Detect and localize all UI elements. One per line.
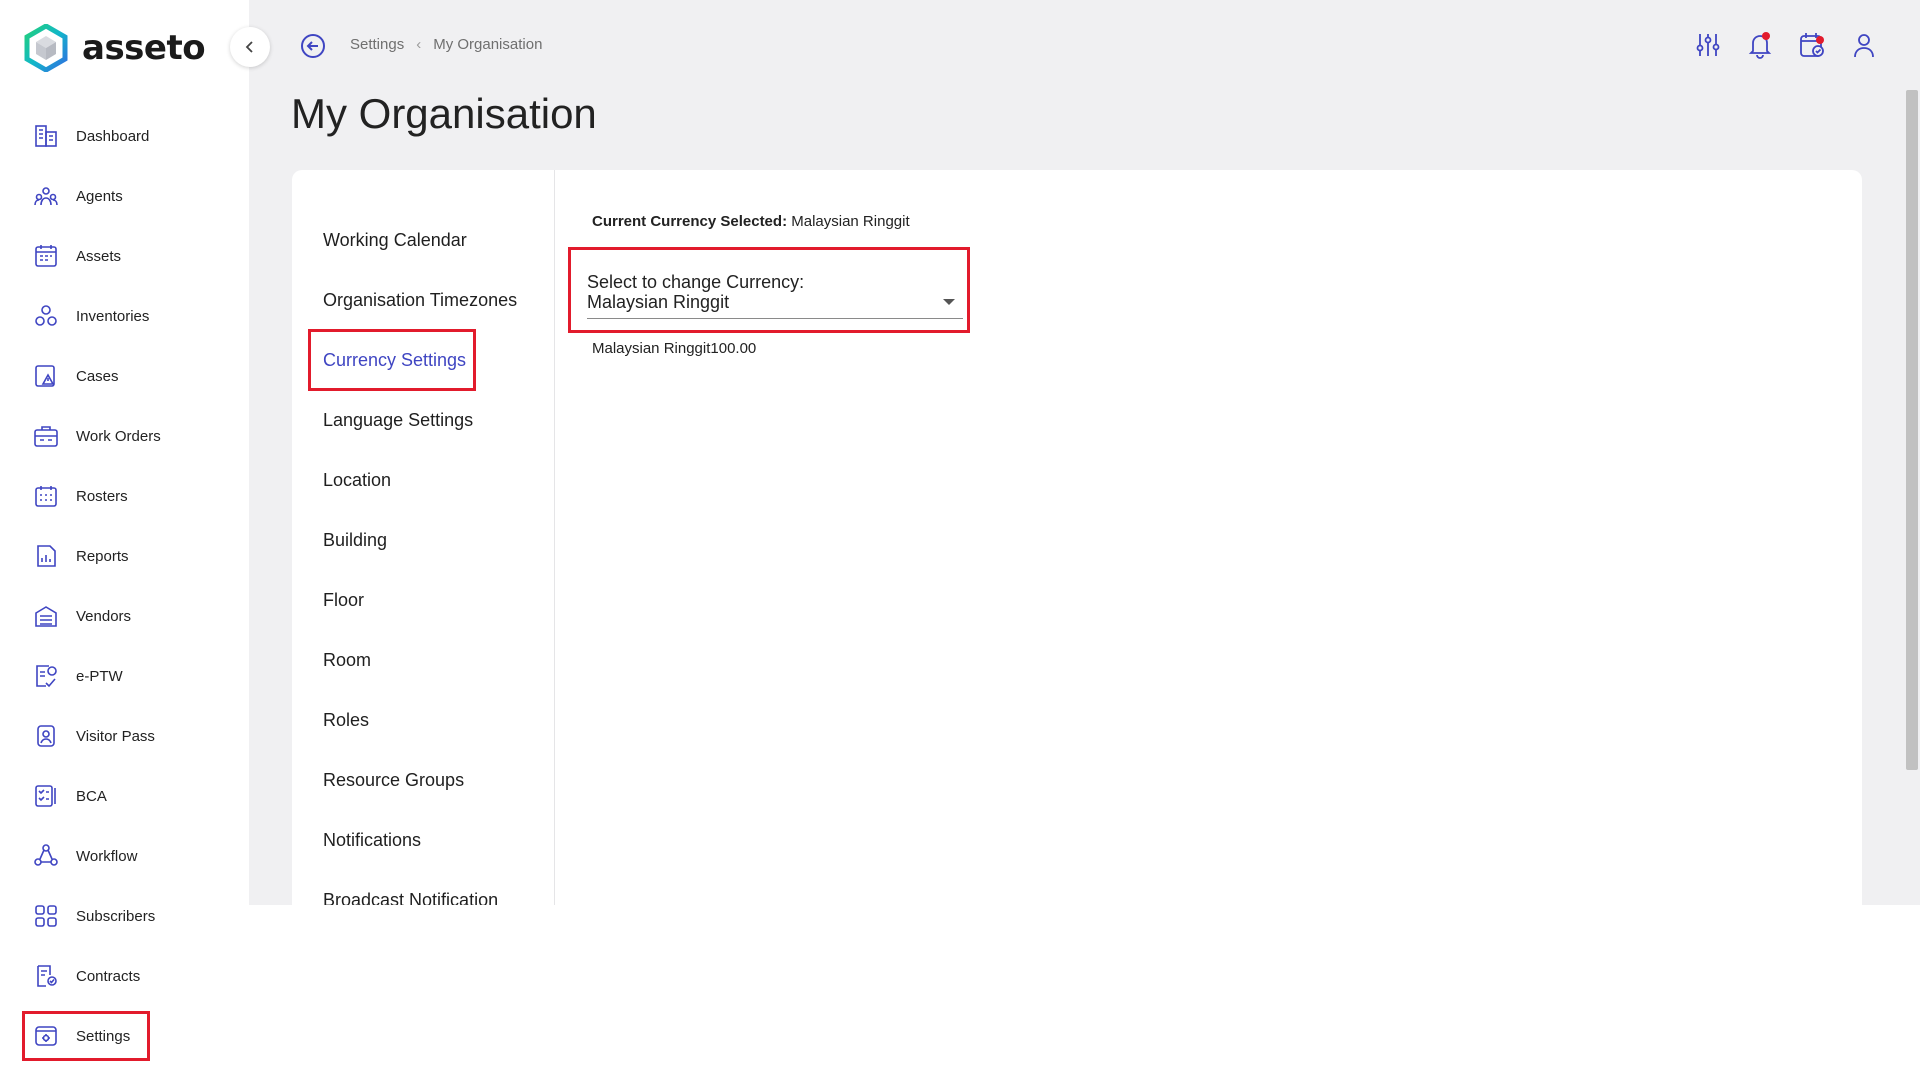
currency-select-label: Select to change Currency: bbox=[587, 272, 805, 292]
contracts-icon bbox=[32, 962, 60, 990]
currency-amount-preview: Malaysian Ringgit100.00 bbox=[592, 340, 757, 357]
sidebar-item-subscribers[interactable]: Subscribers bbox=[0, 886, 249, 946]
subnav-item-floor[interactable]: Floor bbox=[292, 570, 554, 630]
notification-bell-icon[interactable] bbox=[1745, 30, 1775, 60]
brand-name: asseto bbox=[82, 28, 206, 68]
sidebar-item-label: Contracts bbox=[76, 967, 141, 985]
currency-select[interactable]: Select to change Currency: Malaysian Rin… bbox=[568, 247, 970, 333]
eptw-icon bbox=[32, 662, 60, 690]
subnav-item-working-calendar[interactable]: Working Calendar bbox=[292, 210, 554, 270]
sidebar-item-label: Rosters bbox=[76, 487, 128, 505]
current-currency-text: Current Currency Selected: Malaysian Rin… bbox=[592, 213, 910, 230]
breadcrumb: Settings ‹ My Organisation bbox=[350, 36, 542, 53]
rosters-icon bbox=[32, 482, 60, 510]
sidebar-item-rosters[interactable]: Rosters bbox=[0, 466, 249, 526]
subnav-item-location[interactable]: Location bbox=[292, 450, 554, 510]
task-alert-dot bbox=[1816, 36, 1824, 44]
work-orders-icon bbox=[32, 422, 60, 450]
sidebar-item-label: Reports bbox=[76, 547, 129, 565]
subnav-item-roles[interactable]: Roles bbox=[292, 690, 554, 750]
sidebar-item-assets[interactable]: Assets bbox=[0, 226, 249, 286]
dropdown-arrow-icon[interactable] bbox=[943, 299, 955, 305]
subnav-item-broadcast-notification[interactable]: Broadcast Notification bbox=[292, 870, 554, 906]
sidebar-item-label: Inventories bbox=[76, 307, 150, 325]
breadcrumb-settings-link[interactable]: Settings bbox=[350, 36, 404, 53]
sidebar-item-cases[interactable]: Cases bbox=[0, 346, 249, 406]
subnav-item-room[interactable]: Room bbox=[292, 630, 554, 690]
sidebar-item-eptw[interactable]: e-PTW bbox=[0, 646, 249, 706]
cases-icon bbox=[32, 362, 60, 390]
sidebar-item-label: BCA bbox=[76, 787, 107, 805]
subnav-item-building[interactable]: Building bbox=[292, 510, 554, 570]
sidebar-item-label: Cases bbox=[76, 367, 119, 385]
notification-dot bbox=[1762, 32, 1770, 40]
inventories-icon bbox=[32, 302, 60, 330]
highlight-box bbox=[308, 329, 476, 391]
scrollbar-thumb[interactable] bbox=[1906, 90, 1918, 770]
breadcrumb-current: My Organisation bbox=[433, 36, 543, 53]
sidebar-item-bca[interactable]: BCA bbox=[0, 766, 249, 826]
subnav-item-resource-groups[interactable]: Resource Groups bbox=[292, 750, 554, 810]
brand-logo[interactable]: asseto bbox=[24, 24, 206, 72]
sidebar-item-label: e-PTW bbox=[76, 667, 123, 685]
sidebar-item-reports[interactable]: Reports bbox=[0, 526, 249, 586]
visitor-pass-icon bbox=[32, 722, 60, 750]
page-title: My Organisation bbox=[291, 90, 597, 137]
chevron-left-icon bbox=[245, 41, 253, 53]
top-bar: Settings ‹ My Organisation bbox=[249, 0, 1889, 90]
sidebar-item-label: Workflow bbox=[76, 847, 138, 865]
workflow-icon bbox=[32, 842, 60, 870]
sidebar-item-label: Dashboard bbox=[76, 127, 150, 145]
highlight-box bbox=[22, 1011, 150, 1061]
back-arrow-icon[interactable] bbox=[299, 32, 327, 60]
filter-sliders-icon[interactable] bbox=[1693, 30, 1723, 60]
sidebar-item-work-orders[interactable]: Work Orders bbox=[0, 406, 249, 466]
currency-select-value: Malaysian Ringgit bbox=[587, 292, 730, 312]
assets-icon bbox=[32, 242, 60, 270]
header-toolbar bbox=[1693, 30, 1879, 60]
task-calendar-icon[interactable] bbox=[1797, 30, 1827, 60]
currency-settings-panel: Current Currency Selected: Malaysian Rin… bbox=[554, 170, 1862, 905]
sidebar-item-workflow[interactable]: Workflow bbox=[0, 826, 249, 886]
sidebar-item-label: Agents bbox=[76, 187, 123, 205]
sidebar-item-label: Assets bbox=[76, 247, 122, 265]
sidebar-item-vendors[interactable]: Vendors bbox=[0, 586, 249, 646]
bca-icon bbox=[32, 782, 60, 810]
sidebar-collapse-button[interactable] bbox=[230, 27, 270, 67]
select-underline bbox=[587, 318, 963, 319]
current-currency-value: Malaysian Ringgit bbox=[791, 213, 910, 230]
blank-area bbox=[249, 905, 1920, 1071]
sidebar: asseto Dashboard Agents Assets Inventori… bbox=[0, 0, 249, 1071]
user-profile-icon[interactable] bbox=[1849, 30, 1879, 60]
subnav-item-currency-settings[interactable]: Currency Settings bbox=[292, 329, 554, 391]
sidebar-item-contracts[interactable]: Contracts bbox=[0, 946, 249, 1006]
current-currency-label: Current Currency Selected: bbox=[592, 213, 788, 230]
sidebar-item-label: Visitor Pass bbox=[76, 727, 155, 745]
subnav-item-language-settings[interactable]: Language Settings bbox=[292, 390, 554, 450]
sidebar-item-label: Vendors bbox=[76, 607, 132, 625]
sidebar-item-dashboard[interactable]: Dashboard bbox=[0, 106, 249, 166]
agents-icon bbox=[32, 182, 60, 210]
sidebar-item-visitor-pass[interactable]: Visitor Pass bbox=[0, 706, 249, 766]
reports-icon bbox=[32, 542, 60, 570]
chevron-left-icon: ‹ bbox=[416, 36, 422, 53]
settings-subnav: Working Calendar Organisation Timezones … bbox=[292, 170, 555, 905]
subscribers-icon bbox=[32, 902, 60, 930]
sidebar-item-settings[interactable]: Settings bbox=[0, 1006, 249, 1066]
asseto-logo-icon bbox=[24, 24, 68, 72]
sidebar-item-agents[interactable]: Agents bbox=[0, 166, 249, 226]
sidebar-nav: Dashboard Agents Assets Inventories Case… bbox=[0, 106, 249, 1066]
dashboard-icon bbox=[32, 122, 60, 150]
sidebar-item-label: Work Orders bbox=[76, 427, 161, 445]
settings-card: Working Calendar Organisation Timezones … bbox=[292, 170, 1862, 905]
subnav-item-organisation-timezones[interactable]: Organisation Timezones bbox=[292, 270, 554, 330]
sidebar-item-inventories[interactable]: Inventories bbox=[0, 286, 249, 346]
vendors-icon bbox=[32, 602, 60, 630]
subnav-item-notifications[interactable]: Notifications bbox=[292, 810, 554, 870]
sidebar-item-label: Subscribers bbox=[76, 907, 156, 925]
